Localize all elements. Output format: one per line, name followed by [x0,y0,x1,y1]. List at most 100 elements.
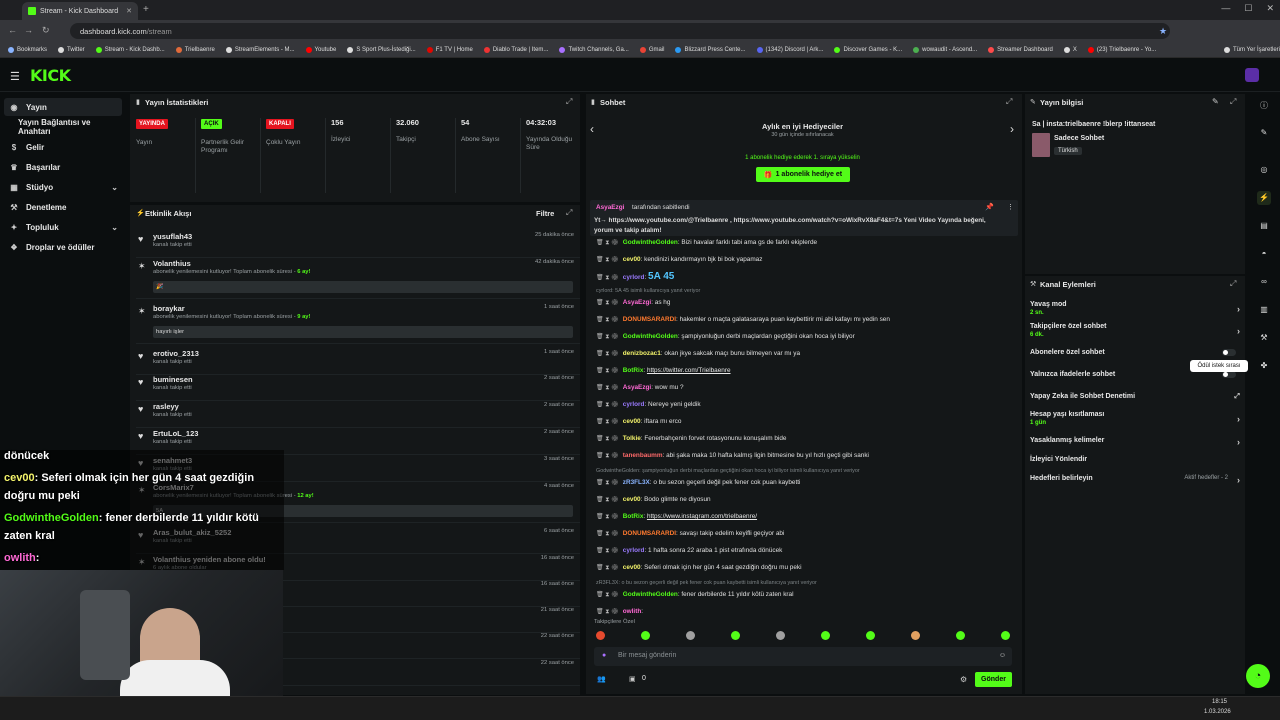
chat-username[interactable]: owlith [623,608,641,615]
moderation-icons[interactable]: 🗑 ⧗ ⚙ [596,436,619,442]
sidebar-item[interactable]: ♛ Başarılar [4,158,122,176]
moderation-icons[interactable]: 🗑 ⧗ ⚙ [596,275,619,281]
bookmark-item[interactable]: Youtube [305,46,336,53]
chat-message[interactable]: 🗑 ⧗ ⚙ cyrlord: Nereye yeni geldik [596,399,1016,411]
emote-icon[interactable] [596,631,605,640]
moderation-icons[interactable]: 🗑 ⧗ ⚙ [596,257,619,263]
chat-message[interactable]: 🗑 ⧗ ⚙ tanenbaumm: abi şaka maka 10 hafta … [596,450,1016,462]
chat-message[interactable]: 🗑 ⧗ ⚙ zR3FL3X: o bu sezon geçerli değil p… [596,477,1016,489]
feed-username[interactable]: boraykar [153,304,185,313]
bookmark-item[interactable]: F1 TV | Home [426,46,473,53]
moderation-icons[interactable]: 🗑 ⧗ ⚙ [596,368,619,374]
star-icon[interactable]: ★ [1159,26,1167,37]
pin-icon[interactable]: 📌 [985,203,994,211]
address-bar[interactable]: dashboard.kick.com/stream [70,23,1170,39]
expand-icon[interactable]: ⤢ [1230,97,1236,107]
bookmark-item[interactable]: StreamElements - M... [225,46,295,53]
moderation-icons[interactable]: 🗑 ⧗ ⚙ [596,240,619,246]
puzzle-icon[interactable]: ✤ [1257,359,1271,373]
channel-action-8[interactable]: Hedefleri belirleyin Aktif hedefler - 2 › [1030,475,1240,485]
bookmark-item[interactable]: Diablo Trade | Item... [483,46,548,53]
chevron-right-icon[interactable]: › [1237,414,1240,424]
chevron-right-icon[interactable]: › [1237,326,1240,336]
moderation-icons[interactable]: 🗑 ⧗ ⚙ [596,453,619,459]
chat-message[interactable]: 🗑 ⧗ ⚙ BotRix: https://twitter.com/Trielba… [596,365,1016,377]
bookmark-item[interactable]: (1342) Discord | Ark... [756,46,823,53]
emote-icon[interactable] [731,631,740,640]
reload-icon[interactable]: ↻ [42,25,50,36]
emote-icon[interactable] [911,631,920,640]
sidebar-item[interactable]: ▦ Stüdyo ⌄ [4,178,122,196]
moderation-icons[interactable]: 🗑 ⧗ ⚙ [596,565,619,571]
kick-logo[interactable]: KICK [30,66,71,85]
category-name[interactable]: Sadece Sohbet [1054,135,1104,142]
toggle-switch[interactable] [1222,349,1236,356]
avatar[interactable] [1245,68,1259,82]
bookmark-item[interactable]: Stream - Kick Dashb... [95,46,165,53]
external-link-icon[interactable]: ⤢ [1234,393,1240,401]
emote-icon[interactable] [776,631,785,640]
chat-username[interactable]: denizbozac1 [623,350,661,357]
moderation-icons[interactable]: 🗑 ⧗ ⚙ [596,514,619,520]
bookmark-item[interactable]: Tüm Yer İşaretleri [1223,46,1280,53]
minimize-icon[interactable]: — [1221,3,1230,14]
chat-username[interactable]: BotRix [623,367,644,374]
menu-icon[interactable]: ☰ [10,70,20,83]
bookmark-item[interactable]: Streamer Dashboard [988,46,1053,53]
sidebar-item[interactable]: ⚒ Denetleme [4,198,122,216]
filter-button[interactable]: Filtre [536,209,554,218]
chat-username[interactable]: cyrlord [623,401,645,408]
bookmark-item[interactable]: Discover Games - K... [834,46,902,53]
emote-icon[interactable] [641,631,650,640]
moderation-icons[interactable]: 🗑 ⧗ ⚙ [596,300,619,306]
edit-icon[interactable]: ✎ [1212,97,1219,106]
bookmark-item[interactable]: Bookmarks [8,46,47,53]
close-icon[interactable]: ✕ [126,7,132,15]
chat-message[interactable]: 🗑 ⧗ ⚙ cyrlord: 5A 45 [596,271,1016,283]
feed-username[interactable]: buminesen [153,375,193,384]
channel-action-7[interactable]: İzleyici Yönlendir [1030,456,1240,463]
expand-icon[interactable]: ⤢ [566,208,572,218]
pencil-icon[interactable]: ✎ [1257,126,1271,140]
sidebar-item[interactable]: ❖ Droplar ve ödüller [4,238,122,256]
chat-message[interactable]: 🗑 ⧗ ⚙ BotRix: https://www.instagram.com/t… [596,511,1016,523]
chat-message[interactable]: 🗑 ⧗ ⚙ GodwintheGolden: Bizi havalar farkl… [596,237,1016,249]
camera-icon[interactable]: ◎ [1257,163,1271,177]
moderation-icons[interactable]: 🗑 ⧗ ⚙ [596,419,619,425]
bookmark-item[interactable]: S Sport Plus-İstediği... [347,46,416,53]
moderation-icons[interactable]: 🗑 ⧗ ⚙ [596,480,619,486]
moderation-icons[interactable]: 🗑 ⧗ ⚙ [596,317,619,323]
chat-link[interactable]: https://www.instagram.com/trielbaenre/ [647,513,757,520]
forward-icon[interactable]: → [24,25,33,35]
chat-message[interactable]: 🗑 ⧗ ⚙ DONUMSARARDI: hakemler o maçta gala… [596,314,1016,326]
chat-username[interactable]: AsyaEzgi [623,299,651,306]
channel-action-6[interactable]: Yasaklanmış kelimeler › [1030,437,1240,447]
new-tab-icon[interactable]: + [143,4,149,15]
feed-username[interactable]: rasleyy [153,402,179,411]
chevron-left-icon[interactable]: ‹ [590,122,594,136]
chat-username[interactable]: Tolkie [623,435,641,442]
browser-tab[interactable]: Stream - Kick Dashboard ✕ [22,2,138,20]
chat-username[interactable]: GodwintheGolden [623,591,678,598]
chat-message[interactable]: 🗑 ⧗ ⚙ DONUMSARARDI: savaşı takip edelim k… [596,528,1016,540]
chat-username[interactable]: DONUMSARARDI [623,316,676,323]
channel-action-2[interactable]: Abonelere özel sohbet [1030,349,1240,356]
chat-message[interactable]: 🗑 ⧗ ⚙ owlith: [596,606,1016,618]
chevron-right-icon[interactable]: › [1237,475,1240,485]
chat-message[interactable]: 🗑 ⧗ ⚙ cev00: Bodo glimte ne diyosun [596,494,1016,506]
feed-username[interactable]: erotivo_2313 [153,349,199,358]
expand-icon[interactable]: ⤢ [566,97,572,107]
back-icon[interactable]: ← [8,25,17,35]
expand-icon[interactable]: ⤢ [1006,97,1012,107]
close-window-icon[interactable]: ✕ [1266,3,1274,14]
moderation-icons[interactable]: 🗑 ⧗ ⚙ [596,592,619,598]
chat-username[interactable]: cyrlord [623,274,645,281]
moderation-icons[interactable]: 🗑 ⧗ ⚙ [596,497,619,503]
channel-action-1[interactable]: Takipçilere özel sohbet 6 dk. › [1030,323,1240,338]
chat-message[interactable]: 🗑 ⧗ ⚙ GodwintheGolden: şampiyonluğun derb… [596,331,1016,343]
send-button[interactable]: Gönder [975,672,1012,687]
emote-icon[interactable] [956,631,965,640]
link-icon[interactable]: ∞ [1257,275,1271,289]
emoji-icon[interactable]: ☺ [999,652,1006,659]
moderation-icons[interactable]: 🗑 ⧗ ⚙ [596,334,619,340]
